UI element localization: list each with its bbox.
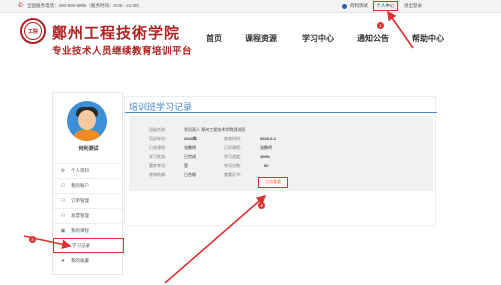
- annotation-badge-3: 3: [258, 202, 265, 209]
- annotation-badge-1: 1: [377, 22, 384, 29]
- annotation-badge-2: 2: [29, 236, 36, 243]
- arrow-1: [387, 10, 414, 49]
- annotation-arrows: [23, 10, 414, 284]
- arrow-3: [164, 194, 267, 284]
